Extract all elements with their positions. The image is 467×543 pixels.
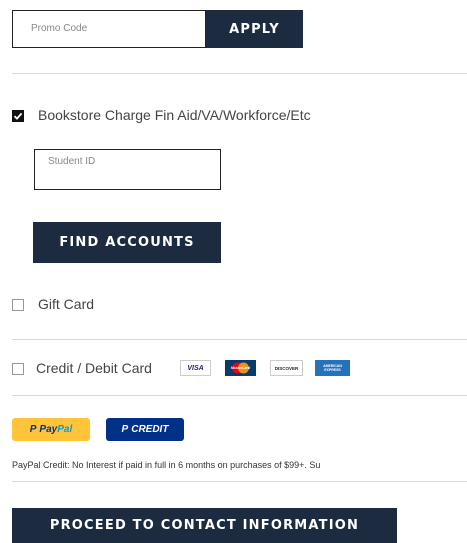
- discover-card-icon: DISCOVER: [270, 360, 303, 376]
- bookstore-charge-checkbox[interactable]: [12, 110, 24, 122]
- divider: [12, 73, 467, 74]
- find-accounts-button[interactable]: FIND ACCOUNTS: [33, 222, 221, 263]
- amex-card-icon: AMERICAN EXPRESS: [315, 360, 350, 376]
- paypal-pay-text: Pay: [39, 424, 58, 435]
- gift-card-label[interactable]: Gift Card: [38, 296, 94, 312]
- divider: [12, 395, 467, 396]
- amex-text: AMERICAN EXPRESS: [323, 364, 342, 372]
- promo-code-input[interactable]: Promo Code: [12, 10, 206, 48]
- promo-code-placeholder: Promo Code: [31, 23, 88, 34]
- visa-card-icon: VISA: [180, 360, 211, 376]
- paypal-credit-p-icon: P: [121, 424, 129, 435]
- find-accounts-label: FIND ACCOUNTS: [59, 235, 195, 250]
- apply-button-label: APPLY: [229, 21, 280, 37]
- paypal-button[interactable]: P Pay Pal: [12, 418, 90, 441]
- apply-button[interactable]: APPLY: [206, 10, 303, 48]
- paypal-credit-label: CREDIT: [131, 424, 169, 435]
- proceed-to-contact-button[interactable]: PROCEED TO CONTACT INFORMATION: [12, 508, 397, 543]
- checkmark-icon: [13, 112, 23, 120]
- credit-card-checkbox[interactable]: [12, 363, 24, 375]
- student-id-input[interactable]: Student ID: [34, 149, 221, 190]
- mastercard-card-icon: MasterCard: [225, 360, 256, 376]
- gift-card-checkbox[interactable]: [12, 299, 24, 311]
- paypal-credit-button[interactable]: P CREDIT: [106, 418, 184, 441]
- discover-text: DISCOVER: [274, 365, 299, 371]
- proceed-button-label: PROCEED TO CONTACT INFORMATION: [49, 518, 360, 533]
- visa-text: VISA: [187, 364, 204, 372]
- credit-card-label[interactable]: Credit / Debit Card: [36, 360, 152, 376]
- paypal-p-icon: P: [29, 424, 37, 435]
- paypal-pal-text: Pal: [57, 424, 73, 435]
- student-id-placeholder: Student ID: [48, 156, 96, 167]
- paypal-credit-note: PayPal Credit: No Interest if paid in fu…: [12, 460, 321, 470]
- divider: [12, 339, 467, 340]
- bookstore-charge-label[interactable]: Bookstore Charge Fin Aid/VA/Workforce/Et…: [38, 107, 311, 123]
- mastercard-text: MasterCard: [230, 366, 251, 370]
- divider: [12, 481, 467, 482]
